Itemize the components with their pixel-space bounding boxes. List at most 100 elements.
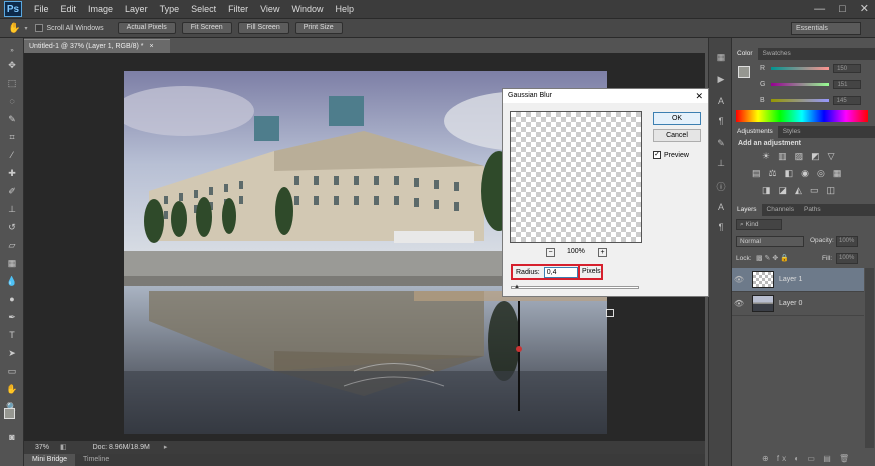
dialog-titlebar[interactable]: Gaussian Blur ✕ (503, 89, 708, 103)
shape-tool-icon[interactable]: ▭ (4, 364, 20, 378)
paragraph-panel-icon[interactable]: ¶ (714, 116, 728, 128)
cancel-button[interactable]: Cancel (653, 129, 701, 142)
brightness-contrast-icon[interactable]: ☀ (762, 151, 770, 162)
curves-icon[interactable]: ▨ (795, 151, 804, 162)
posterize-icon[interactable]: ◪ (779, 185, 788, 196)
threshold-icon[interactable]: ◭ (795, 185, 802, 196)
blue-slider[interactable] (770, 99, 829, 102)
status-info-icon[interactable]: ◧ (60, 441, 67, 454)
zoom-in-button[interactable]: + (598, 248, 607, 257)
tab-swatches[interactable]: Swatches (758, 48, 796, 60)
hand-tool-icon[interactable]: ✋ (4, 382, 20, 396)
layers-scrollbar[interactable] (865, 268, 874, 448)
marquee-tool-icon[interactable]: ⬚ (4, 76, 20, 90)
zoom-out-button[interactable]: − (546, 248, 555, 257)
radius-input[interactable]: 0,4 (543, 266, 578, 278)
menu-select[interactable]: Select (185, 0, 222, 18)
checkbox-checked-icon[interactable]: ✓ (653, 151, 661, 159)
close-tab-icon[interactable]: × (149, 43, 153, 50)
tab-channels[interactable]: Channels (762, 204, 799, 216)
tab-adjustments[interactable]: Adjustments (732, 126, 778, 138)
menu-window[interactable]: Window (285, 0, 329, 18)
menu-filter[interactable]: Filter (222, 0, 254, 18)
scroll-all-windows-checkbox[interactable]: Scroll All Windows (35, 24, 104, 32)
fit-screen-button[interactable]: Fit Screen (181, 22, 232, 34)
maximize-button[interactable]: □ (839, 0, 846, 18)
color-balance-icon[interactable]: ⚖ (769, 168, 777, 179)
color-lookup-icon[interactable]: ▦ (833, 168, 842, 179)
tab-paths[interactable]: Paths (799, 204, 826, 216)
layer-name[interactable]: Layer 1 (779, 276, 802, 283)
color-spectrum[interactable] (736, 110, 868, 122)
brush-tool-icon[interactable]: ✐ (4, 184, 20, 198)
ok-button[interactable]: OK (653, 112, 701, 125)
character-styles-panel-icon[interactable]: A (714, 202, 728, 214)
menu-file[interactable]: File (28, 0, 55, 18)
menu-help[interactable]: Help (329, 0, 360, 18)
gradient-tool-icon[interactable]: ▦ (4, 256, 20, 270)
tool-preset-dropdown-icon[interactable]: ▾ (24, 25, 27, 32)
fill-screen-button[interactable]: Fill Screen (237, 22, 289, 34)
color-swatches[interactable] (4, 408, 20, 424)
path-selection-tool-icon[interactable]: ➤ (4, 346, 20, 360)
selective-color-icon[interactable]: ◫ (826, 185, 835, 196)
status-menu-icon[interactable]: ▸ (164, 441, 168, 454)
black-white-icon[interactable]: ◧ (785, 168, 794, 179)
red-value[interactable]: 150 (833, 64, 862, 73)
foreground-color-swatch[interactable] (4, 408, 15, 419)
toolbox-collapse-icon[interactable]: » (4, 44, 20, 58)
fill-value[interactable]: 100% (836, 253, 858, 264)
visibility-eye-icon[interactable]: 👁 (732, 275, 746, 284)
green-slider[interactable] (771, 83, 830, 86)
zoom-level[interactable]: 37% (24, 441, 60, 454)
radius-slider[interactable]: ▲ (511, 284, 639, 290)
menu-edit[interactable]: Edit (55, 0, 83, 18)
checkbox-box[interactable] (35, 24, 44, 32)
opacity-value[interactable]: 100% (836, 236, 858, 247)
quick-selection-tool-icon[interactable]: ✎ (4, 112, 20, 126)
menu-type[interactable]: Type (154, 0, 186, 18)
menu-image[interactable]: Image (82, 0, 119, 18)
print-size-button[interactable]: Print Size (294, 22, 343, 34)
dialog-close-icon[interactable]: ✕ (695, 89, 703, 103)
pen-tool-icon[interactable]: ✒ (4, 310, 20, 324)
hand-tool-icon[interactable]: ✋ (8, 23, 20, 34)
tab-layers[interactable]: Layers (732, 204, 762, 216)
tab-styles[interactable]: Styles (778, 126, 806, 138)
lasso-tool-icon[interactable]: ◌ (4, 94, 20, 108)
character-panel-icon[interactable]: A (714, 96, 728, 108)
green-value[interactable]: 151 (833, 80, 862, 89)
menu-view[interactable]: View (254, 0, 285, 18)
healing-brush-tool-icon[interactable]: ✚ (4, 166, 20, 180)
move-tool-icon[interactable]: ✥ (4, 58, 20, 72)
layer-name[interactable]: Layer 0 (779, 300, 802, 307)
hue-saturation-icon[interactable]: ▤ (752, 168, 761, 179)
history-panel-icon[interactable]: ▦ (714, 52, 728, 64)
eyedropper-tool-icon[interactable]: ⁄ (4, 148, 20, 162)
layer-row-layer-1[interactable]: 👁 Layer 1 (732, 268, 864, 292)
transform-handle-icon[interactable] (606, 309, 614, 317)
channel-mixer-icon[interactable]: ◎ (817, 168, 825, 179)
layer-row-layer-0[interactable]: 👁 Layer 0 (732, 292, 864, 316)
blue-value[interactable]: 145 (832, 96, 861, 105)
color-fg-bg-swatch[interactable] (738, 66, 754, 82)
blend-mode-select[interactable]: Normal (736, 236, 804, 247)
paragraph-styles-panel-icon[interactable]: ¶ (714, 222, 728, 234)
preview-checkbox[interactable]: ✓ Preview (653, 151, 689, 159)
lock-icons[interactable]: ▩ ✎ ✥ 🔒 (756, 254, 789, 262)
layer-filter-kind[interactable]: ⌕ Kind (736, 219, 782, 230)
info-panel-icon[interactable]: ⓘ (714, 180, 728, 192)
clone-source-panel-icon[interactable]: ⊥ (714, 158, 728, 170)
tab-color[interactable]: Color (732, 48, 758, 60)
vibrance-icon[interactable]: ▽ (828, 151, 835, 162)
document-tab[interactable]: Untitled-1 @ 37% (Layer 1, RGB/8) * × (24, 39, 170, 53)
minimize-button[interactable]: — (814, 0, 825, 18)
brush-panel-icon[interactable]: ✎ (714, 138, 728, 150)
gradient-map-icon[interactable]: ▭ (810, 185, 819, 196)
history-brush-tool-icon[interactable]: ↺ (4, 220, 20, 234)
tab-mini-bridge[interactable]: Mini Bridge (24, 454, 76, 466)
dodge-tool-icon[interactable]: ● (4, 292, 20, 306)
exposure-icon[interactable]: ◩ (811, 151, 820, 162)
close-button[interactable]: ✕ (860, 0, 869, 18)
visibility-eye-icon[interactable]: 👁 (732, 299, 746, 308)
